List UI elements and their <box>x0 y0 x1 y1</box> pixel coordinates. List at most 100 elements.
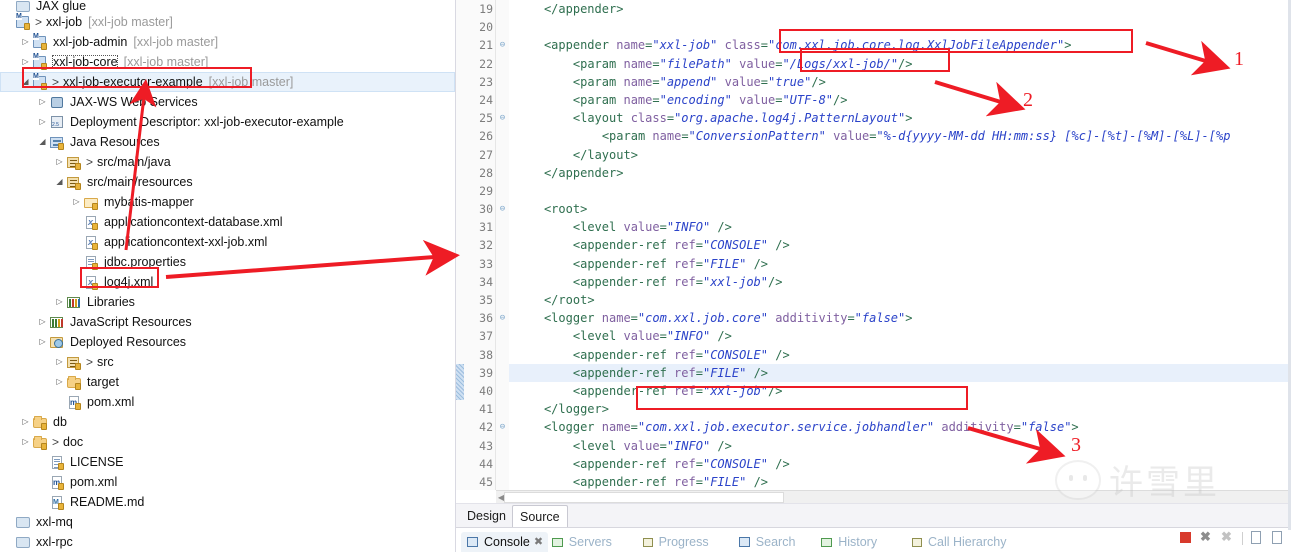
display-selected-console-button[interactable] <box>1271 531 1285 545</box>
tree-item-jdbc-properties[interactable]: jdbc.properties <box>0 252 455 272</box>
tree-item-xxl-mq[interactable]: xxl-mq <box>0 512 455 532</box>
fold-marker-collapse-icon[interactable]: ⊖ <box>496 200 509 219</box>
code-line-35[interactable]: 35 </root> <box>456 291 1291 310</box>
xml-file-icon <box>83 234 100 250</box>
fold-marker-collapse-icon[interactable]: ⊖ <box>496 418 509 437</box>
terminate-button[interactable] <box>1179 531 1193 545</box>
view-tab-progress[interactable]: Progress <box>641 532 709 552</box>
tree-twisty-expanded-icon[interactable]: ◢ <box>19 78 32 86</box>
tree-twisty-collapsed-icon[interactable]: ▷ <box>36 338 49 346</box>
view-tab-servers[interactable]: Servers <box>551 532 612 552</box>
tree-twisty-expanded-icon[interactable]: ◢ <box>53 178 66 186</box>
code-line-41[interactable]: 41 </logger> <box>456 400 1291 419</box>
code-line-19[interactable]: 19 </appender> <box>456 0 1291 19</box>
tree-twisty-collapsed-icon[interactable]: ▷ <box>53 358 66 366</box>
code-line-26[interactable]: 26 <param name="ConversionPattern" value… <box>456 127 1291 146</box>
code-line-33[interactable]: 33 <appender-ref ref="FILE" /> <box>456 254 1291 273</box>
fold-marker-collapse-icon[interactable]: ⊖ <box>496 109 509 128</box>
code-line-43[interactable]: 43 <level value="INFO" /> <box>456 436 1291 455</box>
tree-item-src-main-resources[interactable]: ◢ src/main/resources <box>0 172 455 192</box>
tree-item-java-resources[interactable]: ◢ Java Resources <box>0 132 455 152</box>
remove-launch-button[interactable]: ✖ <box>1200 529 1214 545</box>
tree-item-libraries[interactable]: ▷ Libraries <box>0 292 455 312</box>
tree-item-src[interactable]: ▷ > src <box>0 352 455 372</box>
tree-item-xxl-job-core[interactable]: ▷ xxl-job-core [xxl-job master] <box>0 52 455 72</box>
maven-project-icon <box>32 73 49 90</box>
tree-twisty-collapsed-icon[interactable]: ▷ <box>19 58 32 66</box>
code-line-31[interactable]: 31 <level value="INFO" /> <box>456 218 1291 237</box>
code-text-area[interactable]: 19 </appender> 20 21 ⊖ <appender name="xxl-… <box>456 0 1291 490</box>
tree-item-xxl-job-admin[interactable]: ▷ xxl-job-admin [xxl-job master] <box>0 32 455 52</box>
tree-twisty-collapsed-icon[interactable]: ▷ <box>53 378 66 386</box>
view-tab-call-hierarchy[interactable]: Call Hierarchy <box>910 532 1007 552</box>
code-line-20[interactable]: 20 <box>456 18 1291 37</box>
tree-item-mybatis-mapper[interactable]: ▷ mybatis-mapper <box>0 192 455 212</box>
code-line-29[interactable]: 29 <box>456 181 1291 201</box>
code-line-32[interactable]: 32 <appender-ref ref="CONSOLE" /> <box>456 236 1291 255</box>
tree-item-label: xxl-mq <box>36 515 73 529</box>
editor-mode-tabs[interactable]: Design Source <box>456 503 1291 527</box>
scrollbar-thumb[interactable] <box>504 492 784 503</box>
tab-design[interactable]: Design <box>460 505 513 527</box>
view-tab-label: History <box>838 535 878 549</box>
remove-all-terminated-button[interactable]: ✖ <box>1221 529 1235 545</box>
tree-item-deployment-descriptor-xxl-job-executor-example[interactable]: ▷ Deployment Descriptor: xxl-job-executor… <box>0 112 455 132</box>
fold-marker <box>496 54 509 73</box>
tree-item-readme-md[interactable]: README.md <box>0 492 455 512</box>
tree-twisty-expanded-icon[interactable]: ◢ <box>36 138 49 146</box>
tree-item-javascript-resources[interactable]: ▷ JavaScript Resources <box>0 312 455 332</box>
tree-item-db[interactable]: ▷ db <box>0 412 455 432</box>
tree-item-deployed-resources[interactable]: ▷ Deployed Resources <box>0 332 455 352</box>
code-line-28[interactable]: 28 </appender> <box>456 163 1291 182</box>
fold-marker-collapse-icon[interactable]: ⊖ <box>496 309 509 328</box>
eclipse-ide-screenshot: JAX glue>xxl-job[xxl-job master]▷xxl-job… <box>0 0 1291 552</box>
tree-item-xxl-job[interactable]: >xxl-job [xxl-job master] <box>0 12 455 32</box>
code-line-23[interactable]: 23 <param name="append" value="true"/> <box>456 72 1291 91</box>
code-line-36[interactable]: 36 ⊖ <logger name="com.xxl.job.core" addi… <box>456 309 1291 328</box>
view-toolbar[interactable]: ✖ ✖ <box>1179 529 1285 545</box>
tree-twisty-collapsed-icon[interactable]: ▷ <box>36 98 49 106</box>
code-line-37[interactable]: 37 <level value="INFO" /> <box>456 327 1291 346</box>
code-line-27[interactable]: 27 </layout> <box>456 145 1291 164</box>
code-line-34[interactable]: 34 <appender-ref ref="xxl-job"/> <box>456 272 1291 291</box>
open-console-button[interactable] <box>1250 531 1264 545</box>
tree-item-pom-xml[interactable]: pom.xml <box>0 392 455 412</box>
tree-item-applicationcontext-database-xml[interactable]: applicationcontext-database.xml <box>0 212 455 232</box>
tree-twisty-collapsed-icon[interactable]: ▷ <box>70 198 83 206</box>
code-line-30[interactable]: 30 ⊖ <root> <box>456 200 1291 219</box>
tree-twisty-collapsed-icon[interactable]: ▷ <box>53 298 66 306</box>
view-tab-console[interactable]: Console ✖ <box>461 532 549 552</box>
tree-twisty-collapsed-icon[interactable]: ▷ <box>19 38 32 46</box>
code-line-21[interactable]: 21 ⊖ <appender name="xxl-job" class="com.… <box>456 36 1291 55</box>
code-line-22[interactable]: 22 <param name="filePath" value="/Logs/x… <box>456 54 1291 73</box>
code-line-42[interactable]: 42 ⊖ <logger name="com.xxl.job.executor.s… <box>456 418 1291 437</box>
tree-item-jax-glue[interactable]: JAX glue <box>0 0 455 13</box>
tree-twisty-collapsed-icon[interactable]: ▷ <box>19 438 32 446</box>
bottom-view-tabbar[interactable]: Console ✖ Servers Progress Search History Call… <box>456 527 1291 552</box>
fold-marker-collapse-icon[interactable]: ⊖ <box>496 36 509 55</box>
code-line-39[interactable]: 39 <appender-ref ref="FILE" /> <box>456 363 1291 382</box>
tree-item-license[interactable]: LICENSE <box>0 452 455 472</box>
tree-item-xxl-job-executor-example[interactable]: ◢ >xxl-job-executor-example [xxl-job maste… <box>0 72 455 92</box>
tab-source[interactable]: Source <box>512 505 568 527</box>
view-tab-history[interactable]: History <box>820 532 877 552</box>
tree-item-jax-ws-web-services[interactable]: ▷ JAX-WS Web Services <box>0 92 455 112</box>
tree-item-pom-xml[interactable]: pom.xml <box>0 472 455 492</box>
code-line-38[interactable]: 38 <appender-ref ref="CONSOLE" /> <box>456 345 1291 364</box>
tree-item-target[interactable]: ▷ target <box>0 372 455 392</box>
tree-item-doc[interactable]: ▷ > doc <box>0 432 455 452</box>
code-line-40[interactable]: 40 <appender-ref ref="xxl-job"/> <box>456 381 1291 401</box>
tree-item-src-main-java[interactable]: ▷ > src/main/java <box>0 152 455 172</box>
tree-twisty-collapsed-icon[interactable]: ▷ <box>53 158 66 166</box>
tree-twisty-collapsed-icon[interactable]: ▷ <box>19 418 32 426</box>
code-line-25[interactable]: 25 ⊖ <layout class="org.apache.log4j.Patt… <box>456 109 1291 128</box>
view-tab-search[interactable]: Search <box>738 532 795 552</box>
tree-twisty-collapsed-icon[interactable]: ▷ <box>36 318 49 326</box>
tree-item-log4j-xml[interactable]: log4j.xml <box>0 272 455 292</box>
code-line-24[interactable]: 24 <param name="encoding" value="UTF-8"/… <box>456 90 1291 110</box>
close-icon[interactable]: ✖ <box>534 532 543 552</box>
tree-twisty-collapsed-icon[interactable]: ▷ <box>36 118 49 126</box>
package-explorer-tree[interactable]: JAX glue>xxl-job[xxl-job master]▷xxl-job… <box>0 0 455 552</box>
tree-item-xxl-rpc[interactable]: xxl-rpc <box>0 532 455 552</box>
tree-item-applicationcontext-xxl-job-xml[interactable]: applicationcontext-xxl-job.xml <box>0 232 455 252</box>
